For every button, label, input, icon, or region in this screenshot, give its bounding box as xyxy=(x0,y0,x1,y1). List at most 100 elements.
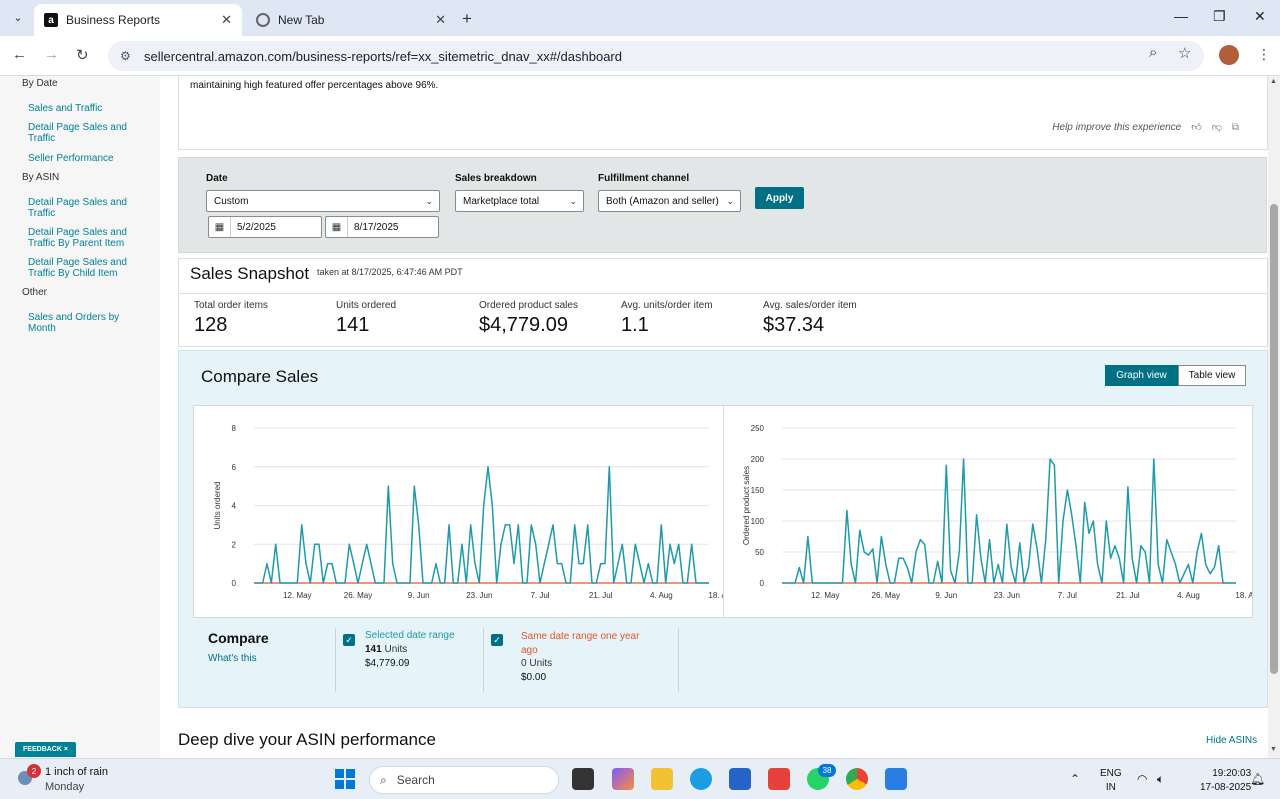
page-scrollbar[interactable]: ▲ ▼ xyxy=(1268,76,1280,758)
ordered-product-sales-chart: 0 50 100 150 200 250 Ordered product sales 12. … xyxy=(742,424,1252,600)
compare-legend-title: Compare xyxy=(208,630,269,646)
language-code: ENG xyxy=(1100,768,1122,779)
close-window-icon[interactable]: ✕ xyxy=(1254,8,1266,25)
notifications-bell-icon[interactable]: 🔔︎ xyxy=(1250,772,1265,786)
date-select[interactable]: Custom ⌄ xyxy=(206,190,440,212)
forward-icon[interactable]: → xyxy=(44,46,59,63)
terminal-app-icon[interactable] xyxy=(572,768,594,790)
y-tick-label: 150 xyxy=(751,486,765,495)
compare-legend: Compare What's this ✓ Selected date rang… xyxy=(179,621,1269,701)
end-date-input[interactable]: ▦ 8/17/2025 xyxy=(325,216,439,238)
restore-icon[interactable]: ❐ xyxy=(1213,8,1226,25)
new-tab-plus-icon[interactable]: + xyxy=(462,9,472,29)
sales-snapshot-title: Sales Snapshot xyxy=(190,264,310,283)
whats-this-link[interactable]: What's this xyxy=(208,653,257,664)
metric-label: Units ordered xyxy=(336,300,397,311)
metric-ordered-product-sales: Ordered product sales $4,779.09 xyxy=(479,300,578,337)
metric-avg-units: Avg. units/order item 1.1 xyxy=(621,300,713,337)
feedback-button[interactable]: FEEDBACK × xyxy=(15,742,76,757)
weather-day: Monday xyxy=(45,781,85,793)
sidebar-item-seller-performance[interactable]: Seller Performance xyxy=(28,153,138,164)
x-tick-label: 18. Aug xyxy=(708,591,723,600)
prior-range-units: 0 Units xyxy=(521,658,552,669)
taskbar-search-label: Search xyxy=(396,773,435,787)
anydesk-app-icon[interactable] xyxy=(768,768,790,790)
sidebar-item-sales-by-month[interactable]: Sales and Orders by Month xyxy=(28,312,138,334)
x-tick-label: 26. May xyxy=(344,591,372,600)
close-tab-icon[interactable]: ✕ xyxy=(435,12,446,28)
url-field[interactable]: ⚙ sellercentral.amazon.com/business-repo… xyxy=(108,41,1204,71)
selected-range-checkbox[interactable]: ✓ xyxy=(343,634,355,646)
site-info-icon[interactable]: ⚙ xyxy=(120,49,134,63)
edge-browser-icon[interactable] xyxy=(690,768,712,790)
fulfillment-channel-select[interactable]: Both (Amazon and seller) ⌄ xyxy=(598,190,741,212)
hide-asins-link[interactable]: Hide ASINs xyxy=(1206,735,1257,746)
metric-value: $4,779.09 xyxy=(479,314,568,336)
x-tick-label: 21. Jul xyxy=(589,591,613,600)
sidebar-heading-other: Other xyxy=(22,287,48,298)
minimize-icon[interactable]: — xyxy=(1174,8,1188,24)
metric-label: Avg. units/order item xyxy=(621,300,713,311)
date-label: Date xyxy=(206,173,228,184)
weather-text[interactable]: 1 inch of rain xyxy=(45,766,108,778)
wifi-icon[interactable]: ◠ xyxy=(1137,772,1147,786)
thumbs-up-icon[interactable]: 👍︎ xyxy=(1191,121,1201,133)
end-date-value: 8/17/2025 xyxy=(354,221,399,233)
calendar-icon[interactable]: ▦ xyxy=(326,217,348,237)
windows-start-icon[interactable] xyxy=(335,769,355,789)
sidebar-item-child-item[interactable]: Detail Page Sales and Traffic By Child I… xyxy=(28,257,138,279)
x-tick-label: 4. Aug xyxy=(650,591,673,600)
x-tick-label: 9. Jun xyxy=(935,591,957,600)
y-tick-label: 4 xyxy=(232,502,237,511)
windows-taskbar: 2 1 inch of rain Monday ⌕ Search 38 ⌃ EN… xyxy=(0,758,1280,799)
profile-avatar[interactable] xyxy=(1219,45,1239,65)
system-clock[interactable]: 19:20:03 17-08-2025 xyxy=(1200,767,1251,795)
scroll-up-icon[interactable]: ▲ xyxy=(1270,78,1277,85)
tab-search-icon[interactable]: ⌄ xyxy=(8,7,28,27)
language-indicator[interactable]: ENG IN xyxy=(1100,767,1122,795)
charts-container: 0 2 4 6 8 Units ordered 12. May 26. May 9. Jun 23… xyxy=(193,405,1253,618)
thumbs-down-icon[interactable]: 👎︎ xyxy=(1212,121,1222,133)
tab-business-reports[interactable]: a Business Reports ✕ xyxy=(34,4,242,36)
start-date-value: 5/2/2025 xyxy=(237,221,276,233)
tab-new-tab[interactable]: New Tab ✕ xyxy=(246,4,456,36)
zoom-icon[interactable]: ⌕ xyxy=(1149,44,1157,61)
prior-range-sales: $0.00 xyxy=(521,672,547,683)
sidebar-item-detail-page-sales[interactable]: Detail Page Sales and Traffic xyxy=(28,122,138,144)
chrome-app-icon[interactable] xyxy=(846,768,868,790)
taskbar-search[interactable]: ⌕ Search xyxy=(369,766,559,794)
metric-avg-sales: Avg. sales/order item $37.34 xyxy=(763,300,857,337)
tray-chevron-up-icon[interactable]: ⌃ xyxy=(1070,772,1080,786)
sidebar-item-sales-and-traffic[interactable]: Sales and Traffic xyxy=(28,103,138,114)
y-axis-label: Units ordered xyxy=(213,481,222,529)
x-tick-label: 9. Jun xyxy=(408,591,430,600)
scrollbar-thumb[interactable] xyxy=(1270,204,1278,674)
back-icon[interactable]: ← xyxy=(12,46,27,63)
y-axis-label: Ordered product sales xyxy=(742,466,751,545)
sidebar-item-asin-detail-page[interactable]: Detail Page Sales and Traffic xyxy=(28,197,138,219)
search-icon: ⌕ xyxy=(380,772,387,787)
y-tick-label: 0 xyxy=(232,579,237,588)
sales-breakdown-select[interactable]: Marketplace total ⌄ xyxy=(455,190,584,212)
start-date-input[interactable]: ▦ 5/2/2025 xyxy=(208,216,322,238)
reload-icon[interactable]: ↻ xyxy=(76,46,89,64)
store-app-icon[interactable] xyxy=(729,768,751,790)
prior-range-checkbox[interactable]: ✓ xyxy=(491,634,503,646)
copy-icon[interactable]: ⧉ xyxy=(1232,122,1239,133)
sidebar-item-parent-item[interactable]: Detail Page Sales and Traffic By Parent … xyxy=(28,227,138,249)
x-tick-label: 12. May xyxy=(811,591,839,600)
scroll-down-icon[interactable]: ▼ xyxy=(1270,746,1277,753)
table-view-button[interactable]: Table view xyxy=(1178,365,1246,386)
y-tick-label: 250 xyxy=(751,424,765,433)
volume-icon[interactable]: 🔈︎ xyxy=(1157,772,1164,787)
metric-value: 141 xyxy=(336,314,370,336)
menu-kebab-icon[interactable]: ⋮ xyxy=(1257,46,1271,63)
apply-button[interactable]: Apply xyxy=(755,187,804,209)
bookmark-star-icon[interactable]: ☆ xyxy=(1178,44,1191,62)
file-explorer-icon[interactable] xyxy=(651,768,673,790)
close-tab-icon[interactable]: ✕ xyxy=(221,12,232,28)
copilot-app-icon[interactable] xyxy=(612,768,634,790)
notepad-app-icon[interactable] xyxy=(885,768,907,790)
calendar-icon[interactable]: ▦ xyxy=(209,217,231,237)
graph-view-button[interactable]: Graph view xyxy=(1105,365,1178,386)
